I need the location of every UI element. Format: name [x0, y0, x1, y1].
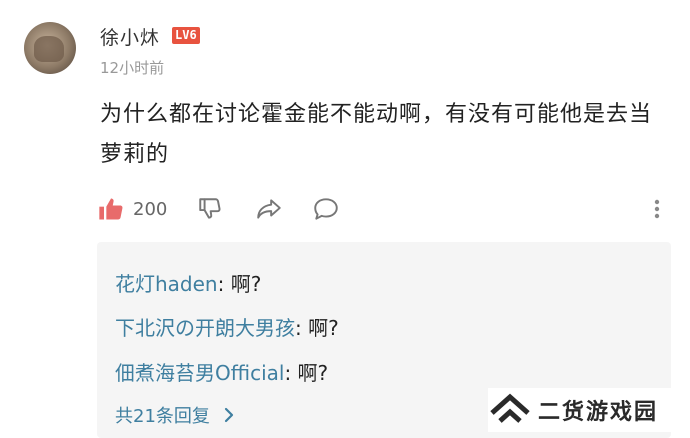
reply-author[interactable]: 花灯haden	[115, 272, 218, 296]
reply-item[interactable]: 花灯haden: 啊?	[115, 268, 261, 297]
reply-author[interactable]: 佃煮海苔男Official	[115, 361, 284, 385]
level-badge: LV6	[172, 27, 200, 44]
action-bar: 200	[97, 193, 677, 225]
reply-item[interactable]: 下北沢の开朗大男孩: 啊?	[115, 312, 339, 341]
reply-text: : 啊?	[284, 361, 329, 385]
replies-total-label: 共21条回复	[115, 406, 210, 427]
comment-icon[interactable]	[312, 193, 340, 225]
reply-text: : 啊?	[295, 316, 339, 340]
like-count: 200	[133, 198, 168, 220]
thumbs-up-icon[interactable]	[97, 193, 125, 225]
reply-item[interactable]: 佃煮海苔男Official: 啊?	[115, 357, 328, 386]
share-icon[interactable]	[255, 193, 283, 225]
reply-text: : 啊?	[217, 272, 262, 296]
username[interactable]: 徐小炑	[100, 23, 160, 50]
watermark-logo-icon	[488, 391, 532, 429]
reply-author[interactable]: 下北沢の开朗大男孩	[115, 316, 295, 340]
watermark: 二货游戏园	[488, 388, 688, 432]
comment-text: 为什么都在讨论霍金能不能动啊，有没有可能他是去当萝莉的	[100, 102, 653, 167]
more-vertical-icon[interactable]	[647, 193, 667, 225]
thumbs-down-icon[interactable]	[197, 193, 223, 225]
comment-timestamp: 12小时前	[100, 59, 165, 77]
chevron-right-icon	[224, 407, 234, 428]
avatar[interactable]	[24, 22, 76, 74]
view-all-replies-link[interactable]: 共21条回复	[115, 402, 234, 428]
watermark-text: 二货游戏园	[538, 400, 659, 425]
